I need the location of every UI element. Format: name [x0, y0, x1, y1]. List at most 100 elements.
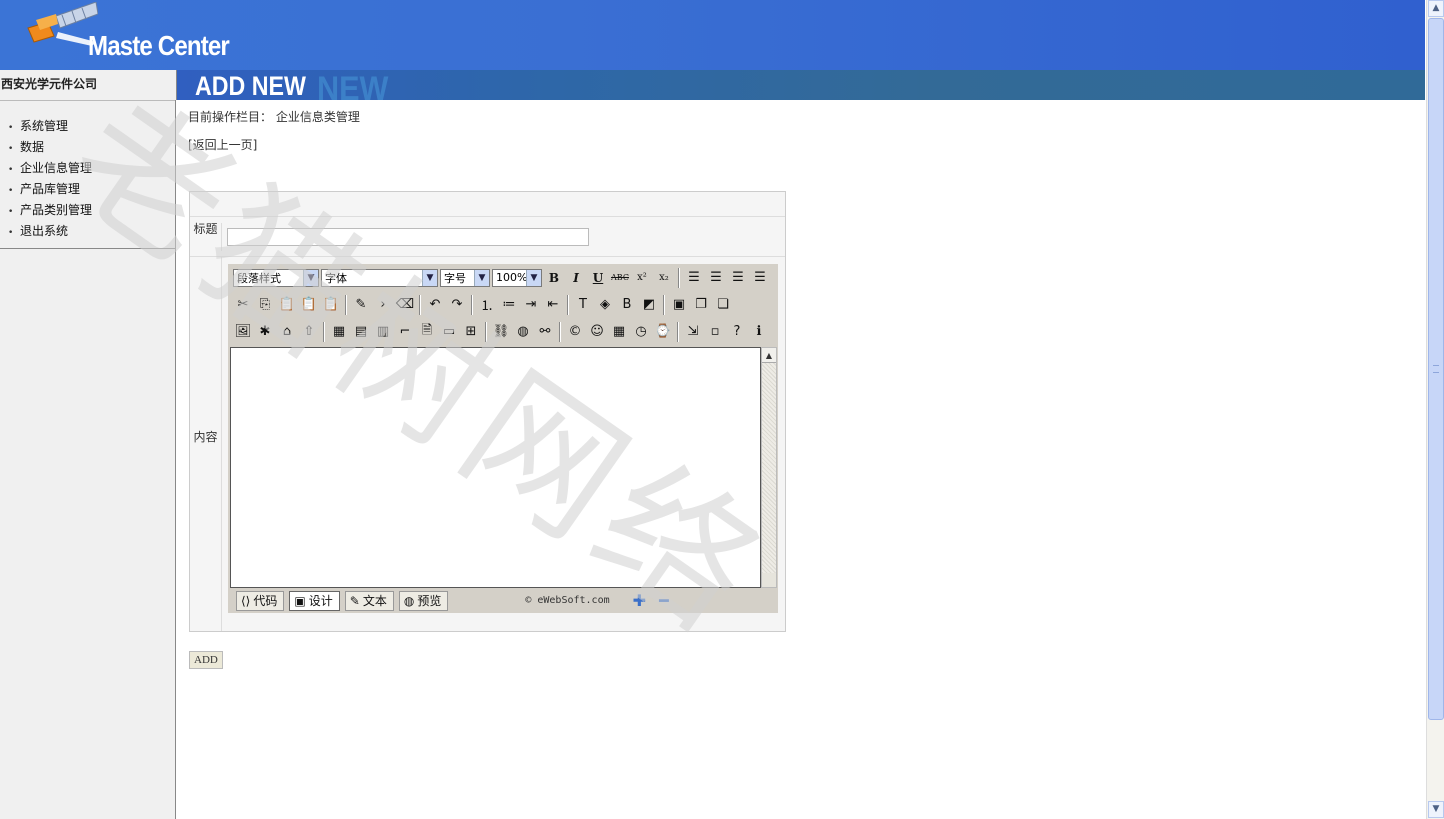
breadcrumb: 目前操作栏目： 企业信息类管理 [188, 110, 360, 124]
select-icon[interactable]: › [373, 295, 393, 315]
title-row: 标题 [190, 217, 785, 257]
help-icon[interactable]: ? [727, 322, 747, 342]
align-right-icon[interactable]: ☰ [728, 268, 748, 288]
insert-marquee-icon[interactable]: ⊞ [461, 322, 481, 342]
time-icon[interactable]: ◷ [631, 322, 651, 342]
zoom-select[interactable]: 100% ▼ [492, 268, 542, 287]
form-menu-icon[interactable]: ▥ [373, 322, 393, 342]
subscript-icon[interactable]: x₂ [654, 268, 674, 288]
special-char-icon[interactable]: © [565, 322, 585, 342]
undo-icon[interactable]: ↶ [425, 295, 445, 315]
paste-icon[interactable]: 📋 [277, 295, 297, 315]
scroll-thumb[interactable] [1428, 18, 1444, 720]
editor-toolbar-3: 🖼 ✱ ⌂ ⇧ ▦ ▤ ▥ ⌐ 🗎 ▭ ⊞ ⛓ ◍ ⚯ © ☺ ▦ ◷ ⌚ ⇲ … [228, 318, 778, 345]
paste-text-icon[interactable]: 📋 [299, 295, 319, 315]
underline-icon[interactable]: U [588, 268, 608, 288]
emoticon-icon[interactable]: ☺ [587, 322, 607, 342]
italic-icon[interactable]: I [566, 268, 586, 288]
background-color-icon[interactable]: B [617, 295, 637, 315]
align-justify-icon[interactable]: ☰ [750, 268, 770, 288]
scroll-up-icon[interactable]: ▲ [1428, 0, 1444, 17]
app-title: Maste Center [88, 30, 230, 61]
font-size-select[interactable]: 字号 ▼ [440, 268, 490, 287]
fullscreen-icon[interactable]: ▫ [705, 322, 725, 342]
align-left-icon[interactable]: ☰ [684, 268, 704, 288]
web-icon[interactable]: ◍ [513, 322, 533, 342]
form-header [190, 192, 785, 217]
insert-hr-icon[interactable]: ▭ [439, 322, 459, 342]
font-size-value: 字号 [444, 271, 466, 285]
mode-code-button[interactable]: ⟨⟩ 代码 [236, 590, 285, 611]
editor-scrollbar[interactable]: ▲ [761, 347, 777, 588]
page-scrollbar[interactable]: ▲ ▼ [1426, 0, 1444, 819]
sidebar-item-system[interactable]: 系统管理 [0, 116, 175, 137]
layer-front-icon[interactable]: ❏ [713, 295, 733, 315]
editor-credit[interactable]: © eWebSoft.com [525, 595, 609, 606]
enlarge-icon[interactable]: ✚ [633, 591, 646, 610]
insert-table-icon[interactable]: ▦ [329, 322, 349, 342]
unordered-list-icon[interactable]: ≔ [499, 295, 519, 315]
chevron-down-icon: ▼ [422, 269, 437, 286]
font-select[interactable]: 字体 ▼ [321, 268, 438, 287]
title-input[interactable] [227, 228, 589, 246]
shrink-icon[interactable]: ━ [659, 591, 669, 610]
paragraph-style-select[interactable]: 段落样式 ▼ [233, 268, 319, 287]
text-color-icon[interactable]: T [573, 295, 593, 315]
bg-fill-icon[interactable]: ◩ [639, 295, 659, 315]
info-icon[interactable]: ℹ [749, 322, 769, 342]
editor-content-area[interactable] [230, 347, 761, 588]
design-icon: ▣ [294, 593, 306, 608]
link-icon[interactable]: ⛓ [491, 322, 511, 342]
paste-word-icon[interactable]: 📋 [321, 295, 341, 315]
mode-design-label: 设计 [308, 594, 333, 608]
indent-icon[interactable]: ⇥ [521, 295, 541, 315]
editor-toolbar-2: ✂ ⎘ 📋 📋 📋 ✎ › ⌫ ↶ ↷ ⒈ ≔ ⇥ ⇤ T ◈ B ◩ ▣ ❐ … [228, 291, 778, 318]
outdent-icon[interactable]: ⇤ [543, 295, 563, 315]
insert-image-icon[interactable]: 🖼 [233, 322, 253, 342]
insert-page-icon[interactable]: 🗎 [417, 322, 437, 342]
table-menu-icon[interactable]: ▤ [351, 322, 371, 342]
preview-icon: ◍ [403, 593, 415, 608]
title-label: 标题 [190, 223, 222, 251]
redo-icon[interactable]: ↷ [447, 295, 467, 315]
sidebar-item-products[interactable]: 产品库管理 [0, 179, 175, 200]
mode-text-button[interactable]: ✎ 文本 [344, 590, 394, 611]
scroll-down-icon[interactable]: ▼ [1428, 801, 1444, 818]
superscript-icon[interactable]: x² [632, 268, 652, 288]
font-value: 字体 [325, 271, 347, 285]
insert-media-icon[interactable]: ⌂ [277, 322, 297, 342]
sidebar-item-product-categories[interactable]: 产品类别管理 [0, 200, 175, 221]
clock-icon[interactable]: ⌚ [653, 322, 673, 342]
insert-flash-icon[interactable]: ✱ [255, 322, 275, 342]
sidebar-item-data[interactable]: 数据 [0, 137, 175, 158]
layer-icon[interactable]: ❐ [691, 295, 711, 315]
back-link[interactable]: [返回上一页] [188, 136, 257, 153]
highlight-icon[interactable]: ◈ [595, 295, 615, 315]
ordered-list-icon[interactable]: ⒈ [477, 295, 497, 315]
add-button[interactable]: ADD [189, 651, 223, 669]
frame-icon[interactable]: ▣ [669, 295, 689, 315]
insert-line-icon[interactable]: ⌐ [395, 322, 415, 342]
mode-design-button[interactable]: ▣ 设计 [289, 590, 340, 611]
insert-file-icon[interactable]: ⇧ [299, 322, 319, 342]
chevron-down-icon: ▼ [526, 269, 541, 286]
sub-header: 西安光学元件公司 NEW ADD NEW [0, 70, 1425, 108]
mode-text-label: 文本 [362, 594, 387, 608]
scroll-up-icon[interactable]: ▲ [762, 348, 776, 363]
unlink-icon[interactable]: ⚯ [535, 322, 555, 342]
mode-code-label: 代码 [253, 594, 278, 608]
strikethrough-icon[interactable]: ABC [610, 268, 630, 288]
sidebar-item-company-info[interactable]: 企业信息管理 [0, 158, 175, 179]
date-icon[interactable]: ▦ [609, 322, 629, 342]
cut-icon[interactable]: ✂ [233, 295, 253, 315]
align-center-icon[interactable]: ☰ [706, 268, 726, 288]
bold-icon[interactable]: B [544, 268, 564, 288]
mode-preview-button[interactable]: ◍ 预览 [398, 590, 449, 611]
format-brush-icon[interactable]: ✎ [351, 295, 371, 315]
zoom-value: 100% [496, 271, 528, 284]
eraser-icon[interactable]: ⌫ [395, 295, 415, 315]
sidebar-item-logout[interactable]: 退出系统 [0, 221, 175, 242]
content-row: 内容 段落样式 ▼ 字体 ▼ 字号 ▼ 100% ▼ B I U ABC x² … [190, 257, 785, 631]
copy-icon[interactable]: ⎘ [255, 295, 275, 315]
page-break-icon[interactable]: ⇲ [683, 322, 703, 342]
